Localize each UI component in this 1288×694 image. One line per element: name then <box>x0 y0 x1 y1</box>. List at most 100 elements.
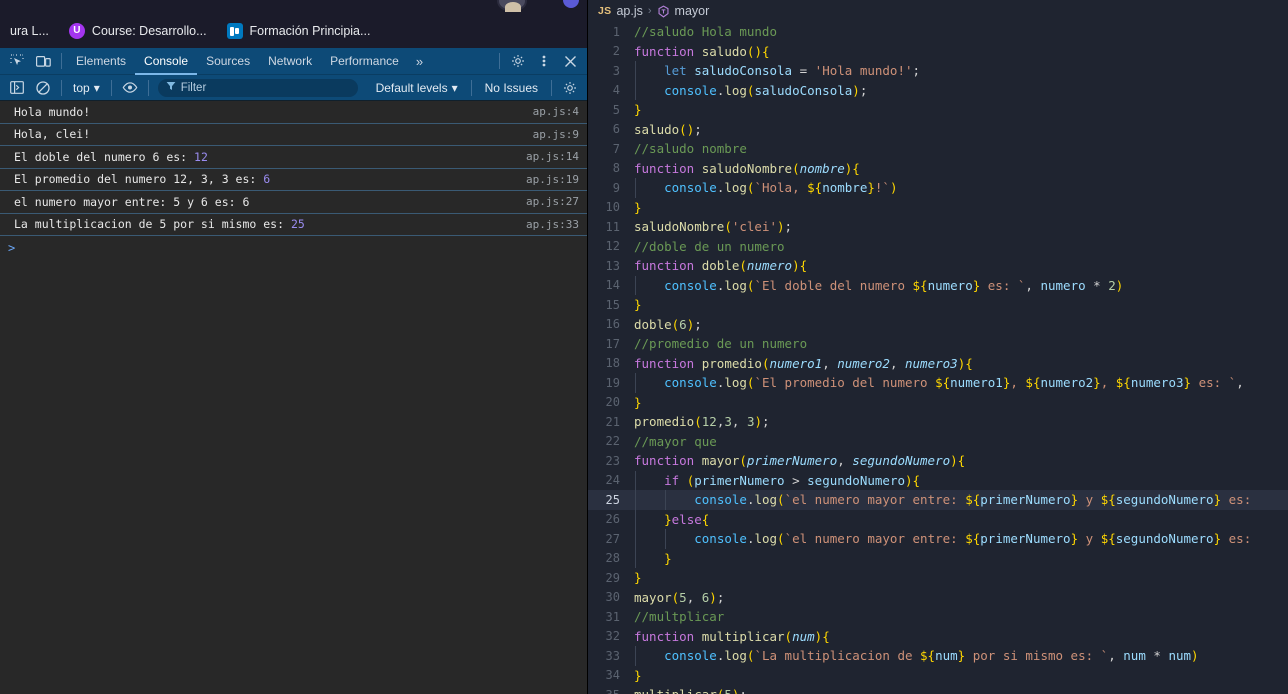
line-number: 33 <box>605 648 620 663</box>
line-number: 9 <box>612 180 620 195</box>
code-line[interactable]: 32 function multiplicar(num){ <box>588 627 1288 647</box>
code-line[interactable]: 24 if (primerNumero > segundoNumero){ <box>588 470 1288 490</box>
console-message-source[interactable]: ap.js:33 <box>526 218 579 231</box>
code-line[interactable]: 11 saludoNombre('clei'); <box>588 217 1288 237</box>
console-message: La multiplicacion de 5 por si mismo es: … <box>0 214 587 236</box>
divider <box>61 79 62 96</box>
filter-icon <box>166 81 176 94</box>
console-message-text: La multiplicacion de 5 por si mismo es: <box>14 217 291 232</box>
code-line-text: } <box>634 570 642 586</box>
console-message-source[interactable]: ap.js:14 <box>526 150 579 163</box>
code-line[interactable]: 5} <box>588 100 1288 120</box>
console-levels-selector[interactable]: Default levels ▾ <box>368 81 466 95</box>
breadcrumb[interactable]: JS ap.js › mayor <box>588 0 1288 22</box>
issues-status[interactable]: No Issues <box>477 81 546 95</box>
profile-badge-icon[interactable] <box>563 0 579 8</box>
devtools-tab-performance[interactable]: Performance <box>321 48 408 75</box>
code-line[interactable]: 30 mayor(5, 6); <box>588 588 1288 608</box>
code-line[interactable]: 18 function promedio(numero1, numero2, nu… <box>588 354 1288 374</box>
browser-tab-1[interactable]: U Course: Desarrollo... <box>59 14 217 48</box>
browser-tab-0[interactable]: ura L... <box>0 14 59 48</box>
kebab-menu-icon[interactable] <box>531 49 557 73</box>
code-line[interactable]: 16 doble(6); <box>588 315 1288 335</box>
line-number: 31 <box>605 609 620 624</box>
code-line[interactable]: 2 function saludo(){ <box>588 42 1288 62</box>
breadcrumb-file[interactable]: ap.js <box>616 4 642 18</box>
browser-tab-title: ura L... <box>10 24 49 38</box>
devtools-tab-sources[interactable]: Sources <box>197 48 259 75</box>
code-editor: JS ap.js › mayor 1 //saludo Hola mundo 2 fu… <box>588 0 1288 694</box>
devtools-tab-elements[interactable]: Elements <box>67 48 135 75</box>
code-line[interactable]: 21 promedio(12,3, 3); <box>588 412 1288 432</box>
code-line[interactable]: 22 //mayor que <box>588 432 1288 452</box>
code-line[interactable]: 25 console.log(`el numero mayor entre: $… <box>588 490 1288 510</box>
code-line[interactable]: 23 function mayor(primerNumero, segundoNu… <box>588 451 1288 471</box>
code-line[interactable]: 33 console.log(`La multiplicacion de ${n… <box>588 646 1288 666</box>
code-line[interactable]: 15} <box>588 295 1288 315</box>
console-toolbar: top ▾ Filter Default levels ▾ No Issues <box>0 75 587 101</box>
code-line[interactable]: 28 } <box>588 548 1288 568</box>
console-message: El promedio del numero 12, 3, 3 es: 6 ap.… <box>0 169 587 191</box>
code-line[interactable]: 9 console.log(`Hola, ${nombre}!`) <box>588 178 1288 198</box>
browser-tab-2[interactable]: Formación Principia... <box>217 14 381 48</box>
devtools-tab-network[interactable]: Network <box>259 48 321 75</box>
code-line[interactable]: 34} <box>588 666 1288 686</box>
code-content[interactable]: 1 //saludo Hola mundo 2 function saludo(){3… <box>588 22 1288 694</box>
code-line[interactable]: 35multiplicar(5); <box>588 685 1288 694</box>
inspect-element-icon[interactable] <box>4 49 30 73</box>
devtools-tab-console[interactable]: Console <box>135 48 197 75</box>
code-line-text: }else{ <box>664 511 710 527</box>
console-context-selector[interactable]: top ▾ <box>67 81 106 95</box>
device-toolbar-icon[interactable] <box>30 49 56 73</box>
code-line[interactable]: 13 function doble(numero){ <box>588 256 1288 276</box>
line-number: 7 <box>612 141 620 156</box>
code-line[interactable]: 17 //promedio de un numero <box>588 334 1288 354</box>
console-message-source[interactable]: ap.js:4 <box>533 105 579 118</box>
breadcrumb-symbol[interactable]: mayor <box>675 4 710 18</box>
code-line[interactable]: 7 //saludo nombre <box>588 139 1288 159</box>
line-number: 6 <box>612 122 620 137</box>
console-prompt[interactable]: > <box>0 236 587 260</box>
code-line[interactable]: 3 let saludoConsola = 'Hola mundo!'; <box>588 61 1288 81</box>
code-line[interactable]: 20} <box>588 393 1288 413</box>
console-message-value: 6 <box>263 172 271 187</box>
code-line[interactable]: 8 function saludoNombre(nombre){ <box>588 159 1288 179</box>
code-line-text: promedio(12,3, 3); <box>634 414 770 430</box>
code-line-text: function mayor(primerNumero, segundoNume… <box>634 453 966 469</box>
code-line[interactable]: 10} <box>588 198 1288 218</box>
avatar[interactable] <box>497 0 527 12</box>
code-line[interactable]: 31 //multplicar <box>588 607 1288 627</box>
code-line[interactable]: 26 }else{ <box>588 509 1288 529</box>
line-number: 34 <box>605 668 620 683</box>
console-message-text: Hola mundo! <box>14 104 91 119</box>
line-number: 5 <box>612 102 620 117</box>
code-line-text: console.log(`Hola, ${nombre}!`) <box>664 180 898 196</box>
line-number: 24 <box>605 473 620 488</box>
indent-guide <box>635 275 636 295</box>
console-filter-input[interactable]: Filter <box>157 78 358 97</box>
code-line[interactable]: 1 //saludo Hola mundo <box>588 22 1288 42</box>
console-output[interactable]: Hola mundo! ap.js:4 Hola, clei! ap.js:9 El d… <box>0 101 587 694</box>
code-line[interactable]: 12 //doble de un numero <box>588 237 1288 257</box>
console-message: El doble del numero 6 es: 12 ap.js:14 <box>0 146 587 169</box>
gear-icon[interactable] <box>505 49 531 73</box>
close-icon[interactable] <box>557 49 583 73</box>
live-expression-icon[interactable] <box>117 76 143 100</box>
console-message-text: El doble del numero 6 es: <box>14 149 195 164</box>
console-sidebar-icon[interactable] <box>4 76 30 100</box>
console-message-source[interactable]: ap.js:9 <box>533 128 579 141</box>
code-line[interactable]: 4 console.log(saludoConsola); <box>588 80 1288 100</box>
more-tabs-icon[interactable]: » <box>408 54 431 69</box>
code-line[interactable]: 29} <box>588 568 1288 588</box>
code-line[interactable]: 6 saludo(); <box>588 120 1288 140</box>
console-message-source[interactable]: ap.js:19 <box>526 173 579 186</box>
code-line[interactable]: 27 console.log(`el numero mayor entre: $… <box>588 529 1288 549</box>
code-line[interactable]: 14 console.log(`El doble del numero ${nu… <box>588 275 1288 295</box>
code-line-text: console.log(`La multiplicacion de ${num}… <box>664 648 1199 664</box>
line-number: 35 <box>588 688 634 694</box>
clear-console-icon[interactable] <box>30 76 56 100</box>
code-line[interactable]: 19 console.log(`El promedio del numero $… <box>588 373 1288 393</box>
console-message-source[interactable]: ap.js:27 <box>526 195 579 208</box>
console-settings-gear-icon[interactable] <box>557 76 583 100</box>
code-line-text: //promedio de un numero <box>634 336 808 352</box>
